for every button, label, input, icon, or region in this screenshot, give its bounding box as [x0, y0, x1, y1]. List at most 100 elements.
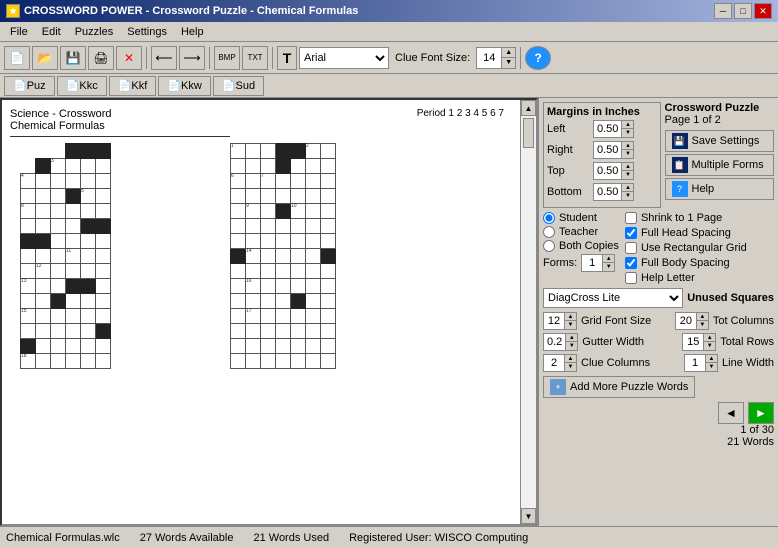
forms-up[interactable]: ▲ [602, 255, 614, 263]
tab-kkc[interactable]: 📄 Kkc [57, 76, 107, 96]
clue-font-up[interactable]: ▲ [501, 48, 515, 58]
gutter-spinner[interactable]: 0.2 ▲ ▼ [543, 333, 578, 351]
grid-font-spinner[interactable]: 12 ▲ ▼ [543, 312, 577, 330]
both-radio[interactable] [543, 240, 555, 252]
top-spinner[interactable]: 0.50 ▲ ▼ [593, 162, 634, 180]
tot-columns-down[interactable]: ▼ [696, 321, 708, 329]
total-rows-down[interactable]: ▼ [703, 342, 715, 350]
clue-columns-value: 2 [544, 357, 564, 369]
left-spinner[interactable]: 0.50 ▲ ▼ [593, 120, 634, 138]
full-body-checkbox[interactable] [625, 257, 637, 269]
back-button[interactable]: ⟵ [151, 46, 177, 70]
bottom-spinner[interactable]: 0.50 ▲ ▼ [593, 183, 634, 201]
tab-kkw[interactable]: 📄 Kkw [158, 76, 210, 96]
gutter-up[interactable]: ▲ [565, 334, 577, 342]
multiple-forms-button[interactable]: 📋 Multiple Forms [665, 154, 775, 176]
clue-columns-spinner[interactable]: 2 ▲ ▼ [543, 354, 577, 372]
add-words-button[interactable]: + Add More Puzzle Words [543, 376, 695, 398]
diagcross-selector[interactable]: DiagCross Lite [543, 288, 683, 308]
tot-columns-up[interactable]: ▲ [696, 313, 708, 321]
right-down[interactable]: ▼ [621, 150, 633, 158]
help-button[interactable]: ? [525, 46, 551, 70]
add-words-label: Add More Puzzle Words [570, 381, 688, 393]
line-width-spinner[interactable]: 1 ▲ ▼ [684, 354, 718, 372]
top-panels: Margins in Inches Left 0.50 ▲ ▼ Right 0.… [543, 102, 774, 208]
nav-right-button[interactable]: ► [748, 402, 774, 424]
menu-settings[interactable]: Settings [121, 24, 173, 40]
line-width-up[interactable]: ▲ [705, 355, 717, 363]
bottom-down[interactable]: ▼ [621, 192, 633, 200]
clue-font-down[interactable]: ▼ [501, 58, 515, 68]
full-head-checkbox[interactable] [625, 227, 637, 239]
forms-label: Forms: [543, 257, 577, 269]
menu-puzzles[interactable]: Puzzles [69, 24, 120, 40]
new-button[interactable]: 📄 [4, 46, 30, 70]
print-button[interactable]: 🖨 [88, 46, 114, 70]
total-rows-up[interactable]: ▲ [703, 334, 715, 342]
txt-button[interactable]: TXT [242, 46, 268, 70]
bottom-up[interactable]: ▲ [621, 184, 633, 192]
tab-sud[interactable]: 📄 Sud [213, 76, 264, 96]
maximize-button[interactable]: □ [734, 3, 752, 19]
right-up[interactable]: ▲ [621, 142, 633, 150]
main-content: ▲ ▼ Science - Crossword Chemical Formula… [0, 98, 778, 526]
left-down[interactable]: ▼ [621, 129, 633, 137]
grid-right: 12 67 910 [230, 143, 336, 369]
forms-down[interactable]: ▼ [602, 263, 614, 271]
shrink-check-row: Shrink to 1 Page [625, 212, 747, 224]
line-width-down[interactable]: ▼ [705, 363, 717, 371]
open-button[interactable]: 📂 [32, 46, 58, 70]
top-down[interactable]: ▼ [621, 171, 633, 179]
grid-font-row: 12 ▲ ▼ Grid Font Size 20 ▲ ▼ Tot Columns [543, 312, 774, 330]
total-rows-spinner[interactable]: 15 ▲ ▼ [682, 333, 716, 351]
scroll-down[interactable]: ▼ [521, 508, 536, 524]
puzzle-subtitle: Chemical Formulas [10, 120, 528, 132]
help-panel-button[interactable]: ? Help [665, 178, 775, 200]
unused-label: Unused Squares [687, 292, 774, 304]
tab-kkf[interactable]: 📄 Kkf [109, 76, 157, 96]
shrink-checkbox[interactable] [625, 212, 637, 224]
nav-left-button[interactable]: ◄ [718, 402, 744, 424]
separator1 [146, 47, 147, 69]
close-button[interactable]: ✕ [754, 3, 772, 19]
add-words-row: + Add More Puzzle Words [543, 376, 774, 398]
checkboxes: Shrink to 1 Page Full Head Spacing Use R… [625, 212, 747, 284]
save-button[interactable]: 💾 [60, 46, 86, 70]
bmp-button[interactable]: BMP [214, 46, 240, 70]
save-settings-button[interactable]: 💾 Save Settings [665, 130, 775, 152]
forward-button[interactable]: ⟶ [179, 46, 205, 70]
grid-font-down[interactable]: ▼ [564, 321, 576, 329]
full-head-label: Full Head Spacing [641, 227, 731, 239]
teacher-radio-row: Teacher [543, 226, 619, 238]
font-selector[interactable]: Arial [299, 47, 389, 69]
font-icon: T [277, 46, 297, 70]
clue-columns-down[interactable]: ▼ [564, 363, 576, 371]
menu-file[interactable]: File [4, 24, 34, 40]
grid-font-up[interactable]: ▲ [564, 313, 576, 321]
total-rows-value: 15 [683, 336, 703, 348]
help-letter-checkbox[interactable] [625, 272, 637, 284]
tot-columns-spinner[interactable]: 20 ▲ ▼ [675, 312, 709, 330]
clue-font-size-spinner[interactable]: 14 ▲ ▼ [476, 47, 516, 69]
stop-button[interactable]: ✕ [116, 46, 142, 70]
forms-row: Forms: 1 ▲ ▼ [543, 254, 619, 272]
menu-edit[interactable]: Edit [36, 24, 67, 40]
student-radio[interactable] [543, 212, 555, 224]
clue-columns-up[interactable]: ▲ [564, 355, 576, 363]
teacher-radio[interactable] [543, 226, 555, 238]
menu-bar: File Edit Puzzles Settings Help [0, 22, 778, 42]
save-icon: 💾 [672, 133, 688, 149]
app-icon: ★ [6, 4, 20, 18]
tab-puz[interactable]: 📄 Puz [4, 76, 55, 96]
both-radio-row: Both Copies [543, 240, 619, 252]
top-up[interactable]: ▲ [621, 163, 633, 171]
both-label: Both Copies [559, 240, 619, 252]
gutter-down[interactable]: ▼ [565, 342, 577, 350]
minimize-button[interactable]: ─ [714, 3, 732, 19]
menu-help[interactable]: Help [175, 24, 210, 40]
rect-grid-checkbox[interactable] [625, 242, 637, 254]
right-spinner[interactable]: 0.50 ▲ ▼ [593, 141, 634, 159]
help-letter-label: Help Letter [641, 272, 695, 284]
left-up[interactable]: ▲ [621, 121, 633, 129]
forms-spinner[interactable]: 1 ▲ ▼ [581, 254, 615, 272]
